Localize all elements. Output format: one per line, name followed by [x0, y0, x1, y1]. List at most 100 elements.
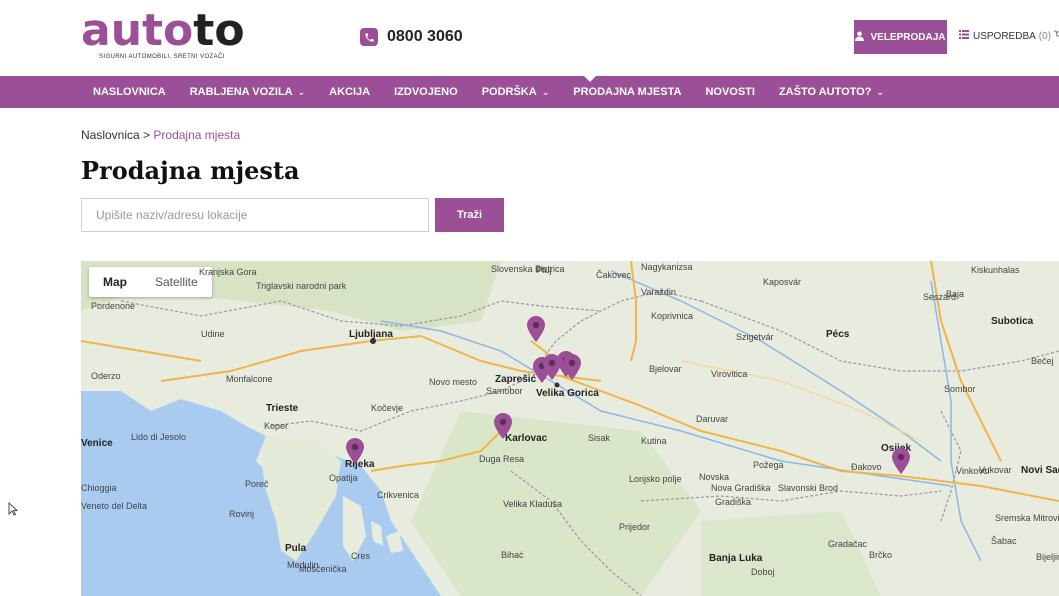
nav-item-label: NASLOVNICA: [93, 86, 166, 98]
nav-item-5[interactable]: PRODAJNA MJESTA: [561, 76, 693, 108]
map-place-label: Rovinj: [229, 509, 255, 519]
map-place-label: Poreč: [245, 479, 269, 489]
cart-icon[interactable]: [1054, 30, 1059, 43]
nav-items: NASLOVNICA RABLJENA VOZILA ⌄ AKCIJA IZDVOJEN…: [81, 76, 896, 108]
location-search-input[interactable]: [81, 198, 429, 232]
map-place-label: Kranjska Gora: [199, 267, 257, 277]
map-background: [81, 261, 1059, 596]
active-nav-indicator: [584, 76, 596, 82]
map-place-label: Lonjsko polje: [629, 474, 682, 484]
location-pin-icon[interactable]: [494, 413, 512, 439]
map-place-label: Pécs: [826, 329, 850, 340]
map-place-label: Cres: [351, 551, 371, 561]
breadcrumb-separator: >: [143, 128, 151, 142]
nav-item-1[interactable]: RABLJENA VOZILA ⌄: [178, 76, 317, 108]
logo-tagline: SIGURNI AUTOMOBILI, SRETNI VOZAČI: [99, 54, 225, 60]
map-place-label: Pula: [285, 543, 307, 554]
phone-icon: [360, 28, 378, 46]
map-place-label: Ptuj: [536, 265, 552, 275]
map-place-label: Velika Gorica: [536, 388, 599, 399]
nav-item-4[interactable]: PODRŠKA ⌄: [470, 76, 562, 108]
nav-item-label: PRODAJNA MJESTA: [573, 86, 682, 98]
locations-map[interactable]: Map Satellite Kranjska Gora Triglavski na…: [81, 261, 1059, 596]
map-place-label: Ljubljana: [349, 329, 393, 340]
breadcrumb-current: Prodajna mjesta: [153, 128, 241, 142]
map-place-label: Bečej: [1031, 356, 1054, 366]
map-place-label: Veneto del Delta: [81, 501, 148, 511]
map-place-label: Banja Luka: [709, 553, 763, 564]
nav-item-6[interactable]: NOVOSTI: [693, 76, 767, 108]
phone-number: 0800 3060: [387, 28, 463, 45]
map-type-map[interactable]: Map: [89, 267, 141, 297]
map-place-label: Duga Resa: [479, 454, 525, 464]
search-button[interactable]: Traži: [435, 198, 504, 232]
map-place-label: Lido di Jesolo: [131, 432, 187, 442]
user-icon: [855, 31, 865, 44]
map-place-label: Velika Kladuša: [503, 499, 563, 509]
breadcrumb: Naslovnica > Prodajna mjesta: [81, 128, 240, 142]
breadcrumb-home[interactable]: Naslovnica: [81, 128, 140, 142]
map-place-label: Kutina: [641, 436, 667, 446]
location-pin-icon[interactable]: [346, 438, 364, 464]
map-place-label: Bijeljina: [1036, 552, 1059, 562]
chevron-down-icon: ⌄: [876, 86, 884, 97]
list-icon: [959, 30, 969, 42]
map-place-label: Opatija: [329, 473, 358, 483]
phone-contact[interactable]: 0800 3060: [360, 28, 463, 46]
chevron-down-icon: ⌄: [297, 86, 306, 97]
map-place-label: Sremska Mitrovica: [995, 513, 1059, 523]
map-place-label: Zaprešić: [495, 374, 537, 385]
nav-item-label: PODRŠKA: [481, 86, 537, 98]
map-place-label: Đakovo: [851, 462, 882, 472]
map-place-label: Crikvenica: [377, 490, 420, 500]
nav-item-2[interactable]: AKCIJA: [317, 76, 382, 108]
veleprodaja-button[interactable]: VELEPRODAJA: [854, 20, 947, 54]
map-place-label: Chioggia: [81, 483, 117, 493]
map-place-label: Pordenone: [91, 301, 136, 311]
map-place-label: Daruvar: [696, 414, 729, 424]
nav-item-0[interactable]: NASLOVNICA: [81, 76, 178, 108]
nav-item-3[interactable]: IZDVOJENO: [382, 76, 470, 108]
map-place-label: Koper: [264, 421, 289, 431]
location-pin-icon[interactable]: [527, 316, 545, 342]
map-place-label: Gradiška: [715, 497, 752, 507]
map-place-label: Triglavski narodni park: [256, 281, 347, 291]
nav-item-7[interactable]: ZAŠTO AUTOTO? ⌄: [767, 76, 896, 108]
map-place-label: Požega: [753, 460, 784, 470]
nav-item-label: AKCIJA: [329, 86, 371, 98]
map-place-label: Nova Gradiška: [711, 483, 771, 493]
map-place-label: Oderzo: [91, 371, 121, 381]
map-place-label: Nagykanizsa: [641, 262, 693, 272]
site-header: autoto SIGURNI AUTOMOBILI, SRETNI VOZAČI…: [0, 0, 1059, 76]
main-nav: NASLOVNICA RABLJENA VOZILA ⌄ AKCIJA IZDVOJEN…: [0, 76, 1059, 108]
map-place-label: Seszárd: [923, 292, 957, 302]
page-title: Prodajna mjesta: [81, 156, 300, 185]
chevron-down-icon: ⌄: [541, 86, 550, 97]
map-place-label: Venice: [81, 438, 113, 449]
map-place-label: Čakovec: [596, 270, 632, 280]
map-place-label: Subotica: [991, 316, 1034, 327]
map-place-label: Samobor: [486, 386, 523, 396]
map-place-label: Trieste: [266, 403, 299, 414]
map-place-label: Slavonski Brod: [778, 483, 839, 493]
nav-item-label: IZDVOJENO: [394, 86, 458, 98]
map-place-label: Udine: [201, 329, 225, 339]
veleprodaja-label: VELEPRODAJA: [870, 31, 946, 43]
map-place-label: Novi Sad: [1021, 465, 1059, 476]
map-place-label: Bjelovar: [649, 364, 682, 374]
logo[interactable]: autoto SIGURNI AUTOMOBILI, SRETNI VOZAČI: [81, 8, 245, 64]
map-place-label: Virovitica: [711, 369, 748, 379]
map-place-label: Sombor: [944, 384, 976, 394]
map-place-label: Bihać: [501, 550, 524, 560]
nav-item-label: ZAŠTO AUTOTO?: [778, 86, 872, 98]
map-place-label: Medulin: [287, 560, 319, 570]
map-place-label: Szigetvár: [736, 332, 774, 342]
map-place-label: Vinkovci: [956, 466, 990, 476]
nav-item-label: NOVOSTI: [705, 86, 755, 98]
map-place-label: Varaždin: [641, 287, 676, 297]
map-place-label: Doboj: [751, 567, 775, 577]
location-pin-icon[interactable]: [563, 354, 581, 380]
location-pin-icon[interactable]: [892, 448, 910, 474]
map-place-label: Slovenska Bistrica: [491, 264, 565, 274]
usporedba-link[interactable]: USPOREDBA (0): [959, 30, 1051, 42]
